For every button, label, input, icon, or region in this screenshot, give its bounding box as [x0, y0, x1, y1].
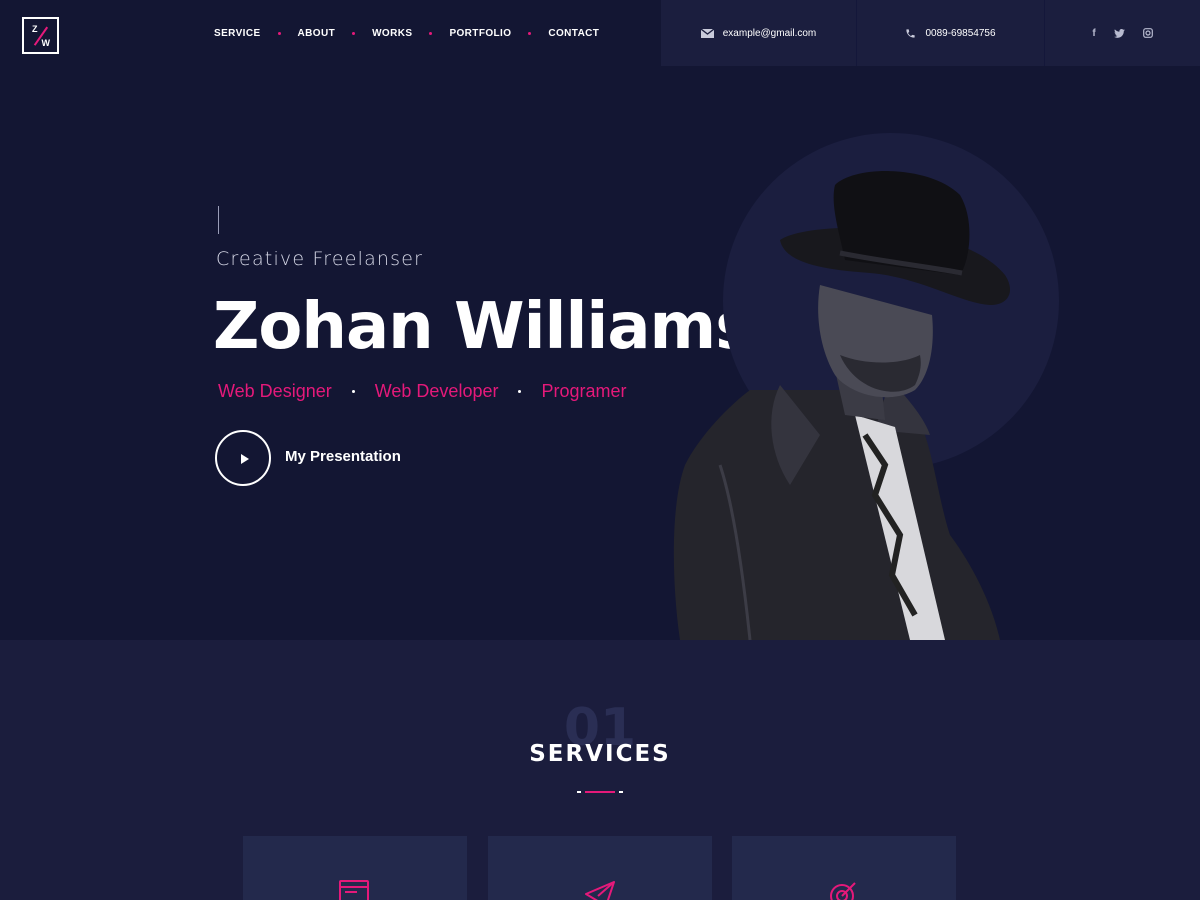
nav-separator-dot: [277, 32, 281, 35]
title-underline: [585, 791, 615, 793]
title-underline-right: [619, 791, 623, 793]
phone-icon: [906, 28, 916, 38]
email-text: example@gmail.com: [722, 27, 817, 39]
logo-letter-z: Z: [32, 24, 38, 34]
play-button[interactable]: [215, 430, 271, 486]
service-card[interactable]: [488, 836, 712, 900]
role-separator-dot: [518, 390, 522, 393]
logo[interactable]: Z W: [22, 17, 59, 54]
target-icon: [830, 882, 856, 900]
contact-bar: example@gmail.com 0089-69854756 f: [661, 0, 1200, 66]
title-underline-left: [577, 791, 581, 793]
logo-letter-w: W: [41, 38, 51, 48]
instagram-icon[interactable]: [1142, 28, 1153, 38]
envelope-icon: [700, 28, 714, 38]
twitter-icon[interactable]: [1113, 28, 1125, 38]
nav-works[interactable]: WORKS: [372, 28, 412, 39]
role-separator-dot: [351, 390, 355, 393]
nav-contact[interactable]: CONTACT: [548, 28, 599, 39]
role-programer: Programer: [541, 381, 627, 401]
role-web-designer: Web Designer: [218, 381, 332, 401]
nav-portfolio[interactable]: PORTFOLIO: [449, 28, 511, 39]
presentation-link[interactable]: My Presentation: [285, 448, 401, 465]
role-web-developer: Web Developer: [374, 381, 499, 401]
service-card[interactable]: [243, 836, 467, 900]
services-title: SERVICES: [529, 741, 671, 767]
nav-service[interactable]: SERVICE: [214, 28, 261, 39]
services-section: 01 SERVICES: [0, 640, 1200, 900]
paper-plane-icon: [585, 881, 615, 900]
social-links: f: [1045, 0, 1200, 66]
hero-accent-line: [218, 206, 219, 234]
main-nav: SERVICE ABOUT WORKS PORTFOLIO CONTACT: [214, 28, 599, 39]
nav-separator-dot: [352, 32, 356, 35]
facebook-icon[interactable]: f: [1092, 28, 1095, 39]
nav-separator-dot: [429, 32, 433, 35]
service-card[interactable]: [732, 836, 956, 900]
hero-subtitle: Creative Freelanser: [216, 248, 424, 270]
nav-separator-dot: [528, 32, 532, 35]
browser-edit-icon: [339, 880, 369, 900]
email-cell[interactable]: example@gmail.com: [661, 0, 857, 66]
hero-portrait: [673, 171, 1010, 640]
nav-about[interactable]: ABOUT: [298, 28, 336, 39]
phone-cell[interactable]: 0089-69854756: [857, 0, 1045, 66]
hero-roles: Web Designer Web Developer Programer: [218, 381, 627, 402]
play-icon: [241, 454, 249, 464]
phone-text: 0089-69854756: [925, 27, 996, 39]
